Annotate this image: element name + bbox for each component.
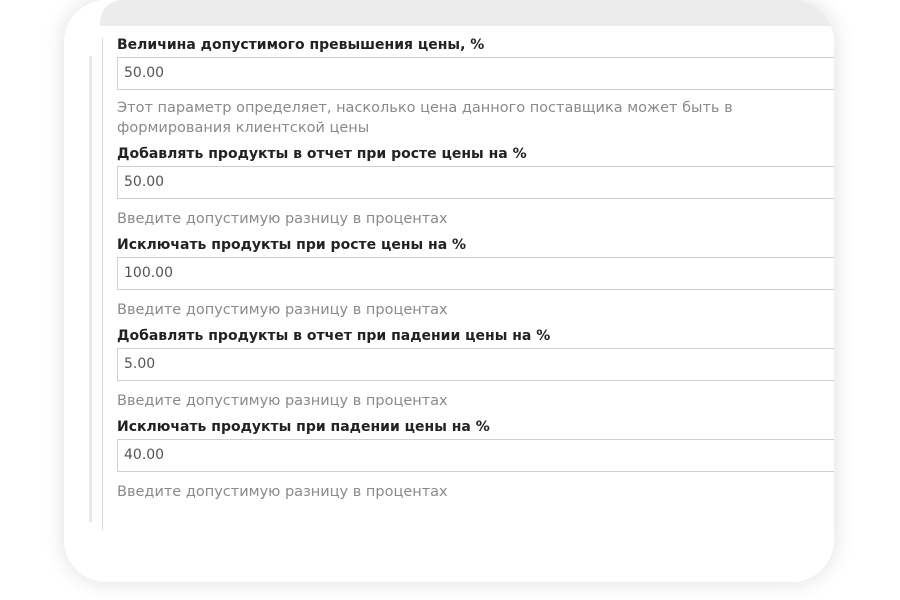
price-settings-form: Величина допустимого превышения цены, % … xyxy=(117,35,834,508)
add-on-price-rise-input[interactable]: 50.00 xyxy=(117,166,834,199)
exclude-on-price-rise-input[interactable]: 100.00 xyxy=(117,257,834,290)
field-help-text: Введите допустимую разницу в процентах xyxy=(117,302,448,318)
field-max-price-excess: Величина допустимого превышения цены, % … xyxy=(117,35,834,138)
settings-card: Величина допустимого превышения цены, % … xyxy=(64,0,834,582)
help-line-2: формирования клиентской цены xyxy=(117,120,370,136)
max-price-excess-input[interactable]: 50.00 xyxy=(117,57,834,90)
add-on-price-drop-input[interactable]: 5.00 xyxy=(117,348,834,381)
field-add-on-price-rise: Добавлять продукты в отчет при росте цен… xyxy=(117,144,834,229)
left-divider xyxy=(102,38,103,530)
field-help-text: Введите допустимую разницу в процентах xyxy=(117,211,448,227)
field-add-on-price-drop: Добавлять продукты в отчет при падении ц… xyxy=(117,326,834,411)
field-label: Величина допустимого превышения цены, % xyxy=(117,37,485,53)
field-label: Добавлять продукты в отчет при падении ц… xyxy=(117,328,551,344)
field-help-text: Введите допустимую разницу в процентах xyxy=(117,393,448,409)
field-exclude-on-price-drop: Исключать продукты при падении цены на %… xyxy=(117,417,834,502)
field-exclude-on-price-rise: Исключать продукты при росте цены на % 1… xyxy=(117,235,834,320)
field-label: Исключать продукты при падении цены на % xyxy=(117,419,490,435)
help-line-1: Этот параметр определяет, насколько цена… xyxy=(117,100,733,116)
field-help-text: Введите допустимую разницу в процентах xyxy=(117,484,448,500)
field-label: Добавлять продукты в отчет при росте цен… xyxy=(117,146,527,162)
exclude-on-price-drop-input[interactable]: 40.00 xyxy=(117,439,834,472)
field-help-text: Этот параметр определяет, насколько цена… xyxy=(117,90,834,138)
field-label: Исключать продукты при росте цены на % xyxy=(117,237,467,253)
left-rail xyxy=(89,56,92,522)
card-header-strip xyxy=(100,0,834,26)
